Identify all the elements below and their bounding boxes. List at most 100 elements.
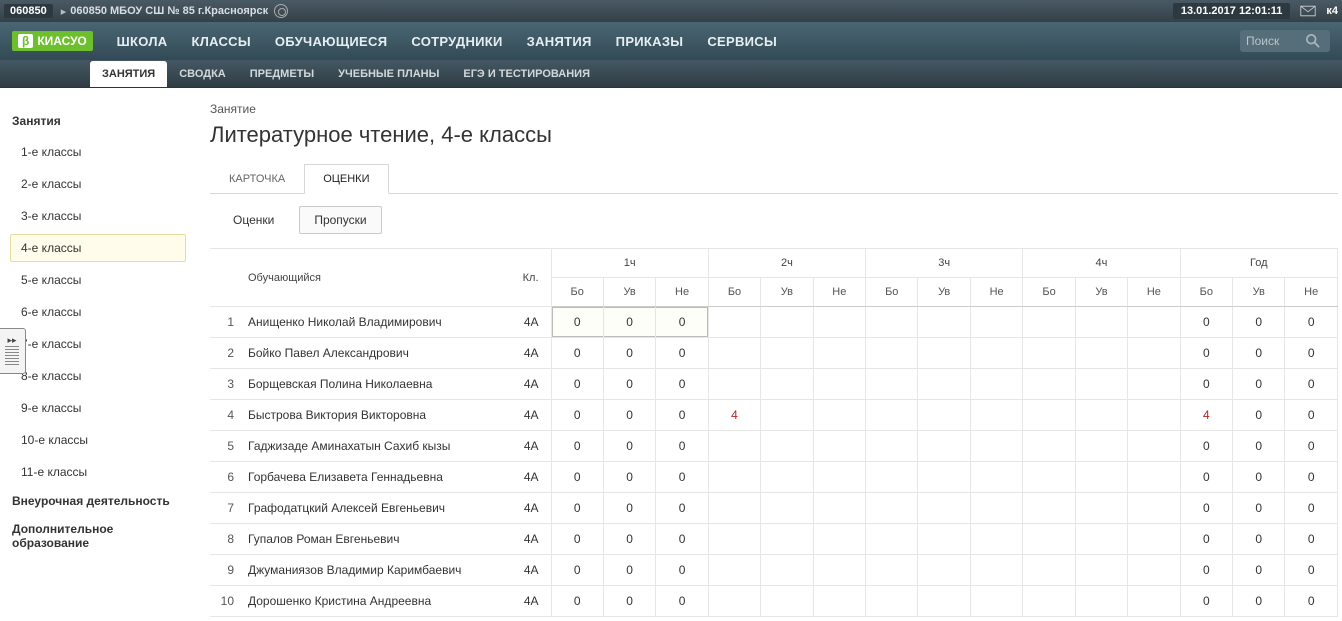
cell[interactable]: 0 [1285, 307, 1338, 338]
sidebar-title-extra[interactable]: Внеурочная деятельность [12, 494, 184, 508]
table-row[interactable]: 2Бойко Павел Александрович4А000000 [210, 338, 1338, 369]
cell[interactable]: 0 [551, 307, 603, 338]
table-row[interactable]: 10Дорошенко Кристина Андреевна4А000000 [210, 586, 1338, 617]
cell[interactable] [1075, 462, 1127, 493]
eye-icon[interactable] [274, 4, 288, 18]
cell[interactable]: 0 [1285, 431, 1338, 462]
cell[interactable]: 0 [551, 462, 603, 493]
cell[interactable]: 0 [603, 369, 655, 400]
cell[interactable] [1075, 400, 1127, 431]
cell[interactable] [708, 555, 760, 586]
cell[interactable] [918, 338, 970, 369]
cell[interactable] [1023, 307, 1075, 338]
cell[interactable]: 0 [1180, 586, 1232, 617]
cell[interactable]: 0 [656, 307, 708, 338]
cell[interactable]: 0 [1180, 462, 1232, 493]
tab-grades[interactable]: ОЦЕНКИ [304, 164, 388, 194]
cell[interactable] [970, 493, 1022, 524]
sidebar-class-7[interactable]: 7-е классы [10, 330, 186, 358]
cell[interactable] [761, 555, 813, 586]
subnav-summary[interactable]: СВОДКА [167, 61, 238, 87]
cell[interactable] [1128, 369, 1180, 400]
cell[interactable]: 0 [551, 524, 603, 555]
search-input[interactable] [1246, 34, 1306, 48]
sidebar-title-additional[interactable]: Дополнительное образование [12, 522, 184, 550]
cell[interactable] [1075, 524, 1127, 555]
cell[interactable]: 0 [1180, 369, 1232, 400]
cell[interactable] [1023, 586, 1075, 617]
cell[interactable] [1075, 338, 1127, 369]
sidebar-class-1[interactable]: 1-е классы [10, 138, 186, 166]
cell[interactable] [1128, 586, 1180, 617]
cell[interactable]: 0 [1233, 524, 1285, 555]
table-row[interactable]: 3Борщевская Полина Николаевна4А000000 [210, 369, 1338, 400]
cell[interactable] [813, 462, 865, 493]
cell[interactable] [813, 493, 865, 524]
sidebar-class-8[interactable]: 8-е классы [10, 362, 186, 390]
search-box[interactable] [1240, 30, 1330, 52]
cell[interactable]: 0 [1180, 524, 1232, 555]
sidebar-toggle-handle[interactable]: ▸▸ [0, 328, 26, 374]
cell[interactable] [1023, 462, 1075, 493]
table-row[interactable]: 8Гупалов Роман Евгеньевич4А000000 [210, 524, 1338, 555]
cell[interactable] [1023, 493, 1075, 524]
cell[interactable] [1128, 338, 1180, 369]
student-name[interactable]: Гупалов Роман Евгеньевич [240, 524, 511, 555]
cell[interactable]: 0 [656, 369, 708, 400]
subnav-subjects[interactable]: ПРЕДМЕТЫ [238, 61, 326, 87]
cell[interactable]: 0 [551, 400, 603, 431]
cell[interactable]: 0 [1285, 524, 1338, 555]
cell[interactable] [918, 493, 970, 524]
cell[interactable]: 0 [656, 431, 708, 462]
cell[interactable] [866, 431, 918, 462]
cell[interactable] [970, 586, 1022, 617]
cell[interactable] [970, 462, 1022, 493]
cell[interactable] [761, 586, 813, 617]
cell[interactable]: 0 [1285, 493, 1338, 524]
cell[interactable]: 0 [656, 586, 708, 617]
cell[interactable]: 0 [551, 555, 603, 586]
cell[interactable] [866, 555, 918, 586]
nav-classes[interactable]: КЛАССЫ [191, 34, 250, 49]
cell[interactable]: 0 [1180, 555, 1232, 586]
cell[interactable] [918, 369, 970, 400]
cell[interactable] [708, 338, 760, 369]
cell[interactable]: 0 [1180, 307, 1232, 338]
nav-lessons[interactable]: ЗАНЯТИЯ [527, 34, 592, 49]
cell[interactable] [970, 400, 1022, 431]
subtab-absences[interactable]: Пропуски [299, 206, 381, 234]
cell[interactable]: 0 [656, 462, 708, 493]
cell[interactable] [970, 338, 1022, 369]
cell[interactable] [761, 400, 813, 431]
cell[interactable]: 0 [656, 493, 708, 524]
student-name[interactable]: Гаджизаде Аминахатын Сахиб кызы [240, 431, 511, 462]
cell[interactable] [866, 462, 918, 493]
sidebar-class-10[interactable]: 10-е классы [10, 426, 186, 454]
cell[interactable]: 0 [1233, 462, 1285, 493]
cell[interactable] [1128, 431, 1180, 462]
sidebar-class-6[interactable]: 6-е классы [10, 298, 186, 326]
cell[interactable]: 0 [1180, 493, 1232, 524]
cell[interactable] [918, 400, 970, 431]
student-name[interactable]: Горбачева Елизавета Геннадьевна [240, 462, 511, 493]
cell[interactable] [866, 586, 918, 617]
cell[interactable]: 0 [1233, 338, 1285, 369]
cell[interactable] [918, 431, 970, 462]
cell[interactable] [761, 524, 813, 555]
cell[interactable]: 0 [551, 431, 603, 462]
nav-services[interactable]: СЕРВИСЫ [707, 34, 777, 49]
subnav-lessons[interactable]: ЗАНЯТИЯ [90, 61, 167, 87]
cell[interactable] [1128, 493, 1180, 524]
cell[interactable]: 0 [551, 586, 603, 617]
student-name[interactable]: Джуманиязов Владимир Каримбаевич [240, 555, 511, 586]
cell[interactable] [761, 431, 813, 462]
cell[interactable]: 0 [1233, 369, 1285, 400]
cell[interactable]: 0 [551, 369, 603, 400]
cell[interactable] [813, 369, 865, 400]
cell[interactable] [970, 524, 1022, 555]
cell[interactable] [866, 338, 918, 369]
cell[interactable]: 0 [1233, 431, 1285, 462]
cell[interactable]: 0 [1180, 338, 1232, 369]
cell[interactable] [866, 369, 918, 400]
cell[interactable] [1128, 307, 1180, 338]
